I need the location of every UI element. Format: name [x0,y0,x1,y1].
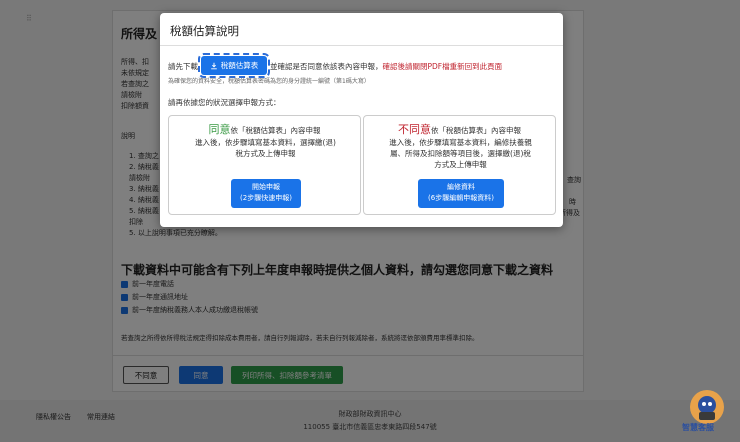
edit-data-button[interactable]: 編修資料 (6步驟編輯申報資料) [418,179,504,208]
option-disagree-heading: 不同意依「稅額估算表」內容申報 [398,123,521,136]
option-agree-desc: 進入後，依步驟填寫基本資料，選擇繳(退) 稅方式及上傳申報 [195,138,336,158]
start-filing-button[interactable]: 開始申報 (2步驟快速申報) [231,179,301,208]
modal-title: 稅額估算說明 [170,24,239,38]
chatbot-mascot[interactable]: 智慧客服 [682,390,730,434]
download-icon [210,62,217,69]
mascot-icon [690,390,724,424]
mascot-label: 智慧客服 [682,423,714,432]
option-disagree-desc: 進入後，依步驟填寫基本資料，編修扶養親 屬、所得及扣除額等項目後，選擇繳(退)稅… [389,138,532,169]
download-instruction: 並確認是否同意依該表內容申報，確認後請關閉PDF檔重新回到此頁面 [270,62,503,71]
download-estimate-button[interactable]: 稅額估算表 [198,53,270,78]
modal-header: 稅額估算說明 [160,13,563,46]
option-disagree-card: 不同意依「稅額估算表」內容申報 進入後，依步驟填寫基本資料，編修扶養親 屬、所得… [363,115,556,215]
password-note: 為確保您的資料安全，稅額估算表密碼為您的身分證統一編號（第1碼大寫） [168,78,370,85]
option-agree-card: 同意依「稅額估算表」內容申報 進入後，依步驟填寫基本資料，選擇繳(退) 稅方式及… [168,115,361,215]
option-agree-heading: 同意依「稅額估算表」內容申報 [208,123,321,136]
tax-estimate-modal: 稅額估算說明 請先下載 稅額估算表 並確認是否同意依該表內容申報，確認後請關閉P… [160,13,563,227]
download-prefix: 請先下載 [168,62,198,71]
choose-prompt: 請再依據您的狀況選擇申報方式： [168,98,281,107]
